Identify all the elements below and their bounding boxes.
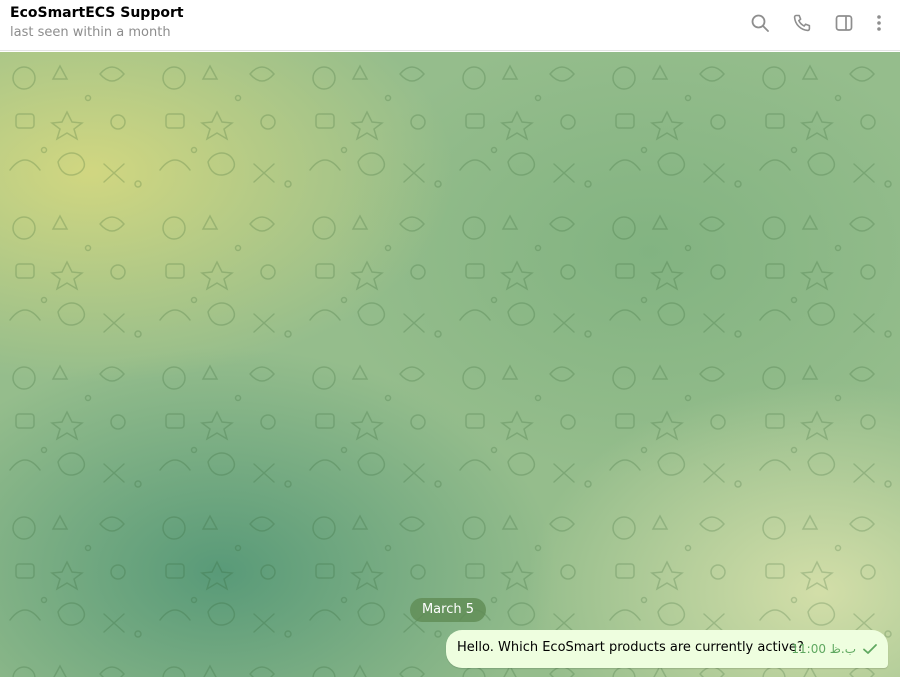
phone-icon [793,14,811,32]
more-vertical-icon [877,15,881,31]
sidebar-toggle-icon [835,15,853,31]
check-icon [863,644,877,654]
message-meta: ب.ظ 11:00 [791,641,878,657]
contact-status: last seen within a month [10,25,171,40]
date-separator: March 5 [410,598,486,622]
contact-name[interactable]: EcoSmartECS Support [10,5,184,21]
toggle-info-panel-button[interactable] [832,11,856,35]
more-options-button[interactable] [867,11,891,35]
call-button[interactable] [790,11,814,35]
chat-area[interactable]: March 5 Hello. Which EcoSmart products a… [0,52,900,677]
chat-header: EcoSmartECS Support last seen within a m… [0,0,900,51]
message-time: ب.ظ 11:00 [791,642,856,656]
message-text: Hello. Which EcoSmart products are curre… [457,640,804,655]
search-icon [751,14,769,32]
search-button[interactable] [748,11,772,35]
outgoing-message[interactable]: Hello. Which EcoSmart products are curre… [446,630,888,668]
wallpaper-pattern [0,52,900,677]
